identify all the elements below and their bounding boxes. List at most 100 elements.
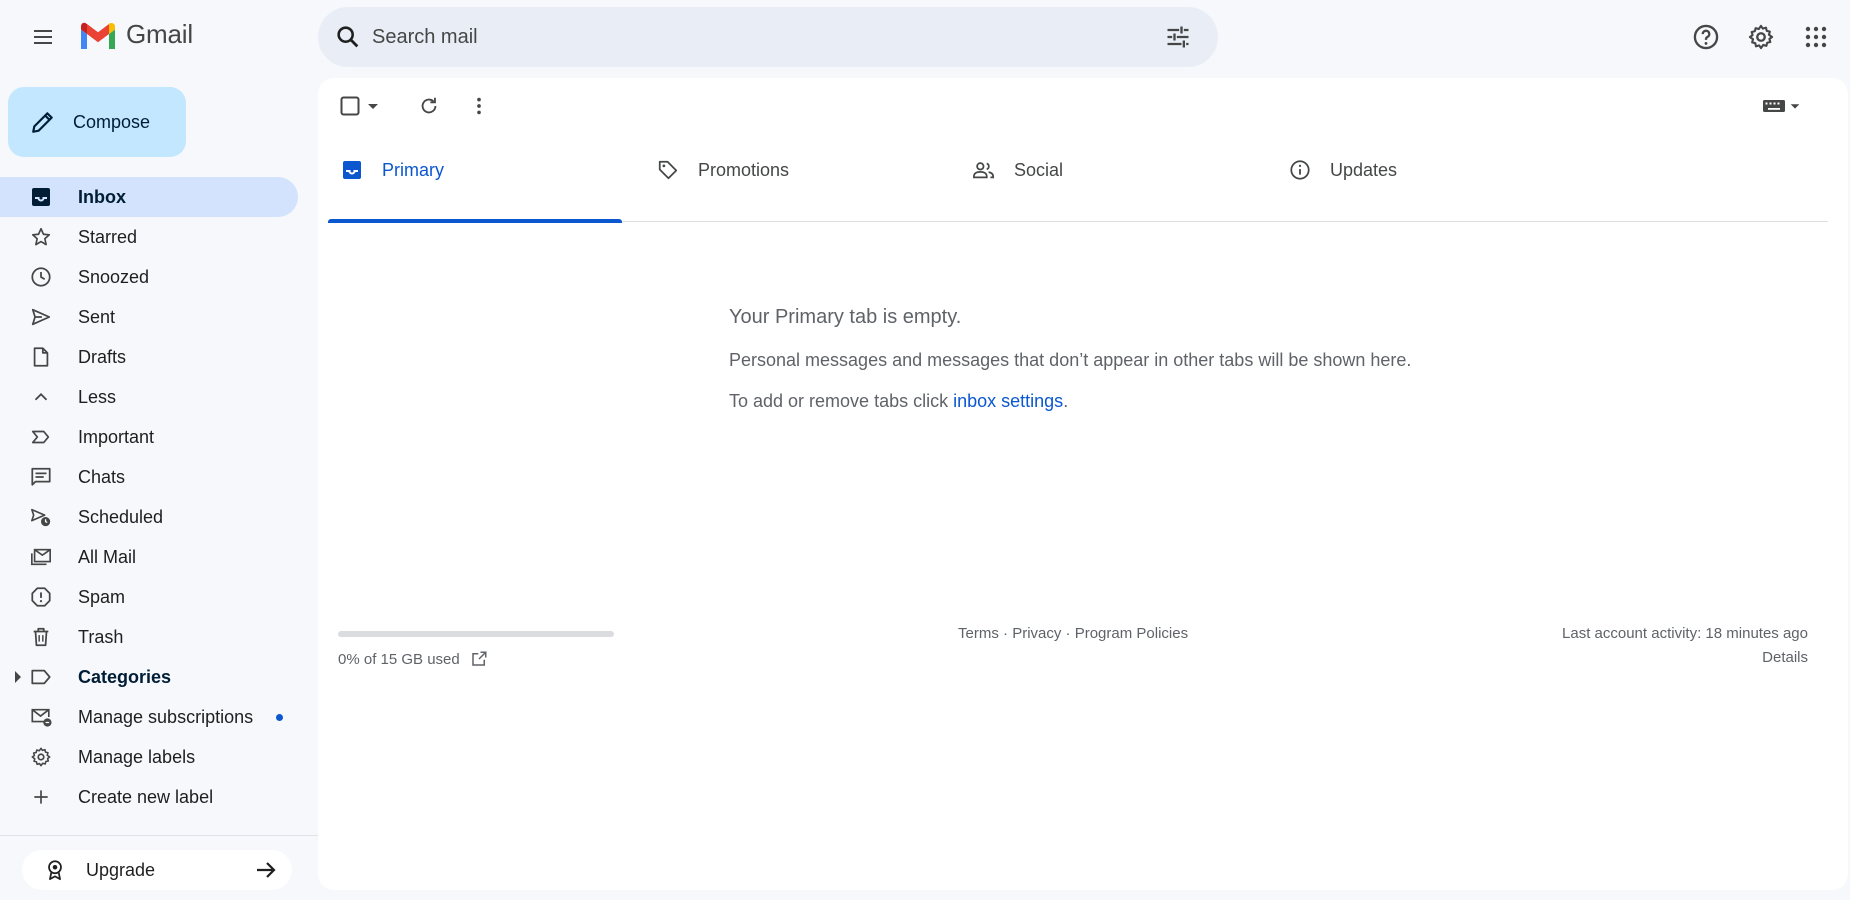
- sidebar-item-starred[interactable]: Starred: [0, 217, 298, 257]
- sidebar-item-label: Manage subscriptions: [78, 706, 254, 727]
- footer-links: Terms · Privacy · Program Policies: [958, 625, 1188, 642]
- sidebar-item-chats[interactable]: Chats: [0, 457, 298, 497]
- sidebar-item-label: All Mail: [78, 546, 137, 567]
- sidebar-item-less[interactable]: Less: [0, 377, 298, 417]
- sidebar-item-label: Spam: [78, 586, 126, 607]
- sidebar-item-drafts[interactable]: Drafts: [0, 337, 298, 377]
- tab-social[interactable]: Social: [960, 138, 1254, 222]
- label-icon: [30, 666, 52, 688]
- separator: ·: [1061, 625, 1075, 642]
- sidebar-item-categories[interactable]: Categories: [0, 657, 298, 697]
- gmail-logo[interactable]: Gmail: [78, 19, 193, 50]
- tab-promotions[interactable]: Promotions: [644, 138, 938, 222]
- pencil-icon: [32, 112, 53, 133]
- clock-icon: [30, 266, 52, 288]
- privacy-link[interactable]: Privacy: [1012, 625, 1061, 642]
- hamburger-menu-icon: [34, 30, 52, 44]
- sidebar-item-label: Drafts: [78, 346, 127, 367]
- storage-text: 0% of 15 GB used: [338, 650, 460, 668]
- sidebar-item-label: Trash: [78, 626, 124, 647]
- upgrade-button[interactable]: Upgrade: [22, 850, 292, 890]
- compose-label: Compose: [73, 111, 151, 132]
- expand-caret-icon[interactable]: [15, 671, 21, 683]
- last-activity-text: Last account activity: 18 minutes ago: [1562, 625, 1808, 642]
- select-all-checkbox[interactable]: [338, 92, 382, 120]
- checkbox-icon: [340, 96, 360, 116]
- caret-down-icon: [1790, 104, 1799, 109]
- draft-icon: [30, 346, 52, 368]
- important-icon: [30, 426, 52, 448]
- apps-grid-icon: [1805, 26, 1827, 48]
- sidebar-item-label: Scheduled: [78, 506, 164, 527]
- search-options-icon[interactable]: [1164, 23, 1192, 51]
- sidebar-item-label: Create new label: [78, 786, 214, 807]
- sidebar-item-label: Sent: [78, 306, 116, 327]
- all-mail-icon: [30, 546, 52, 568]
- sidebar-item-label: Starred: [78, 226, 138, 247]
- active-tab-indicator: [328, 219, 622, 223]
- send-icon: [30, 306, 52, 328]
- sidebar-item-label: Categories: [78, 666, 172, 687]
- subscriptions-icon: [30, 706, 52, 728]
- more-options-button[interactable]: [462, 92, 496, 120]
- tab-updates[interactable]: Updates: [1276, 138, 1570, 222]
- program-policies-link[interactable]: Program Policies: [1075, 625, 1188, 642]
- empty-state: Your Primary tab is empty. Personal mess…: [729, 306, 1411, 412]
- tab-label: Primary: [382, 160, 444, 180]
- sidebar-item-important[interactable]: Important: [0, 417, 298, 457]
- search-bar[interactable]: [318, 7, 1218, 67]
- upgrade-label: Upgrade: [86, 859, 156, 880]
- settings-button[interactable]: [1741, 17, 1781, 57]
- sidebar-item-label: Chats: [78, 466, 126, 487]
- sidebar-item-manage-labels[interactable]: Manage labels: [0, 737, 298, 777]
- badge-icon: [48, 860, 62, 881]
- caret-down-icon[interactable]: [366, 99, 380, 113]
- sidebar-item-inbox[interactable]: Inbox: [0, 177, 298, 217]
- top-header: Gmail: [0, 0, 1850, 74]
- empty-state-title: Your Primary tab is empty.: [729, 306, 962, 328]
- tab-row: Primary Promotions Social Updates: [328, 138, 1828, 223]
- main-panel: Primary Promotions Social Updates Your P…: [318, 78, 1848, 890]
- sidebar-item-spam[interactable]: Spam: [0, 577, 298, 617]
- open-in-new-icon[interactable]: [470, 650, 488, 668]
- sidebar-item-trash[interactable]: Trash: [0, 617, 298, 657]
- inbox-settings-link[interactable]: inbox settings: [953, 391, 1063, 411]
- sidebar-item-label: Important: [78, 426, 155, 447]
- sidebar-item-label: Manage labels: [78, 746, 196, 767]
- info-icon: [1288, 158, 1312, 182]
- sidebar-item-create-new-label[interactable]: Create new label: [0, 777, 298, 817]
- sidebar-item-snoozed[interactable]: Snoozed: [0, 257, 298, 297]
- compose-button[interactable]: Compose: [8, 87, 186, 157]
- notification-dot: [276, 714, 283, 721]
- help-button[interactable]: [1686, 17, 1726, 57]
- help-icon: [1693, 24, 1719, 50]
- sidebar-item-manage-subscriptions[interactable]: Manage subscriptions: [0, 697, 298, 737]
- input-tools-button[interactable]: [1756, 92, 1806, 120]
- tab-label: Social: [1014, 160, 1064, 180]
- hint-prefix: To add or remove tabs click: [729, 391, 954, 411]
- sidebar-item-scheduled[interactable]: Scheduled: [0, 497, 298, 537]
- plus-icon: [30, 786, 52, 808]
- sidebar-item-all-mail[interactable]: All Mail: [0, 537, 298, 577]
- refresh-icon: [421, 97, 437, 114]
- keyboard-icon: [1762, 100, 1785, 112]
- chat-icon: [30, 466, 52, 488]
- apps-button[interactable]: [1796, 17, 1836, 57]
- sidebar-item-label: Snoozed: [78, 266, 150, 287]
- terms-link[interactable]: Terms: [958, 625, 999, 642]
- sidebar-item-sent[interactable]: Sent: [0, 297, 298, 337]
- tab-label: Updates: [1330, 160, 1398, 180]
- app-name: Gmail: [126, 19, 193, 49]
- spam-icon: [30, 586, 52, 608]
- details-link[interactable]: Details: [1562, 649, 1808, 666]
- empty-state-hint: To add or remove tabs click inbox settin…: [729, 391, 1411, 412]
- sidebar-divider: [0, 835, 318, 836]
- search-icon[interactable]: [334, 23, 362, 51]
- main-menu-button[interactable]: [22, 16, 64, 58]
- tab-primary[interactable]: Primary: [328, 138, 622, 223]
- refresh-button[interactable]: [412, 92, 446, 120]
- sidebar-nav: Inbox Starred Snoozed Sent Drafts Less I…: [0, 177, 298, 817]
- inbox-icon: [340, 158, 364, 182]
- search-input[interactable]: [372, 7, 1132, 67]
- category-tabs: Primary Promotions Social Updates: [328, 138, 1828, 286]
